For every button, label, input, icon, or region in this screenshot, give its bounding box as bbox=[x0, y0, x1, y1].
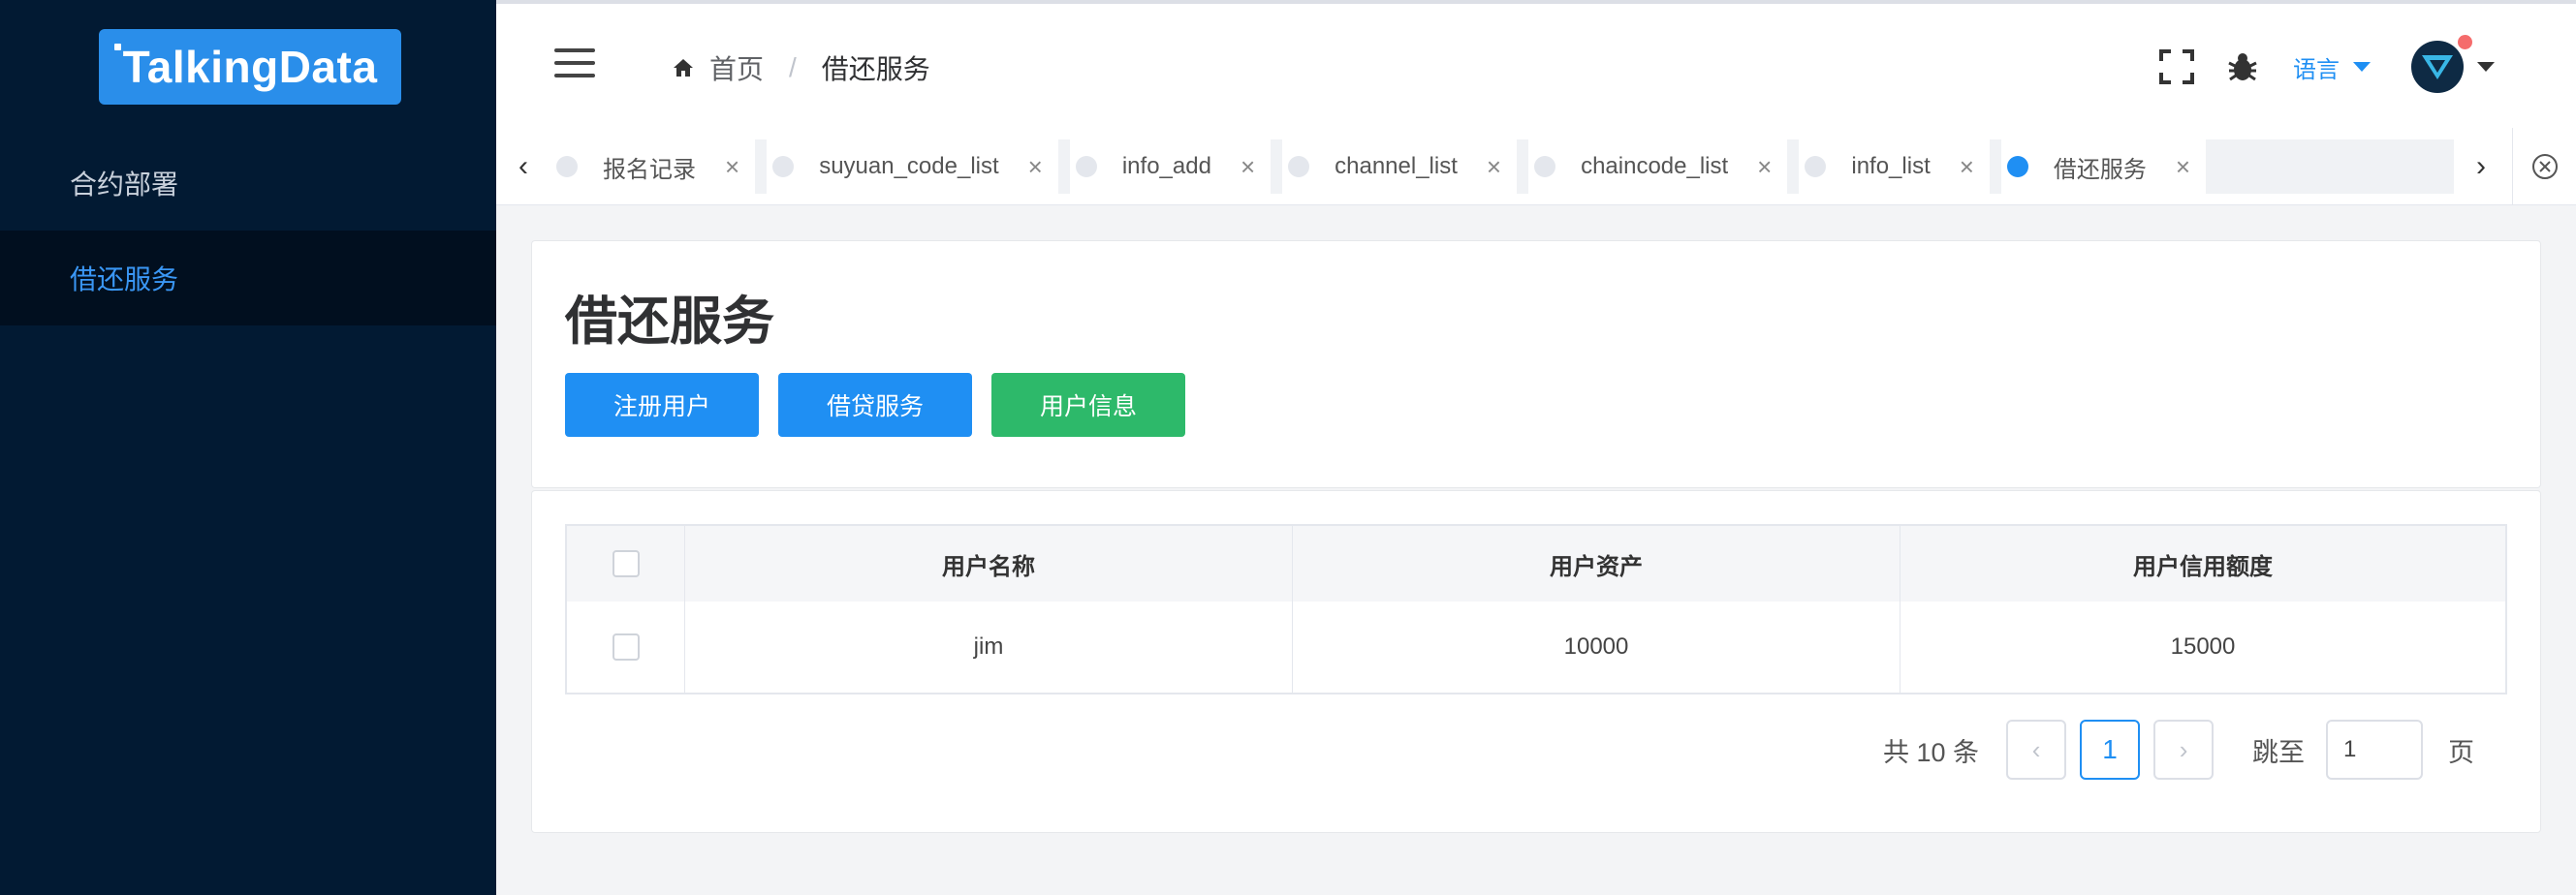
tag-item[interactable]: suyuan_code_list × bbox=[767, 139, 1058, 194]
breadcrumb-home[interactable]: 首页 bbox=[673, 48, 764, 87]
user-table: 用户名称 用户资产 用户信用额度 jim 10000 15000 bbox=[565, 524, 2507, 694]
logo-mark bbox=[114, 44, 121, 50]
logo-text: TalkingData bbox=[122, 42, 378, 92]
user-avatar-dropdown[interactable] bbox=[2411, 35, 2495, 93]
page-unit-label: 页 bbox=[2448, 737, 2475, 767]
close-icon[interactable]: × bbox=[2176, 152, 2190, 182]
sidebar-item-label: 合约部署 bbox=[70, 170, 179, 200]
tag-status-dot bbox=[556, 156, 578, 177]
tag-item[interactable]: info_list × bbox=[1799, 139, 1990, 194]
table-header-row: 用户名称 用户资产 用户信用额度 bbox=[567, 526, 2505, 602]
register-user-button[interactable]: 注册用户 bbox=[565, 373, 759, 437]
column-header-credit-limit: 用户信用额度 bbox=[2133, 553, 2273, 580]
prev-page-button[interactable]: ‹ bbox=[2006, 720, 2067, 780]
tag-item-active[interactable]: 借还服务 × bbox=[2000, 139, 2207, 194]
close-icon[interactable]: × bbox=[1241, 152, 1255, 182]
jump-label: 跳至 bbox=[2252, 737, 2306, 767]
tag-label: 报名记录 bbox=[603, 156, 696, 183]
avatar bbox=[2411, 41, 2464, 93]
loan-service-button[interactable]: 借贷服务 bbox=[778, 373, 972, 437]
tag-label: chaincode_list bbox=[1581, 153, 1729, 179]
tag-item[interactable]: channel_list × bbox=[1282, 139, 1518, 194]
tag-item[interactable]: 报名记录 × bbox=[550, 139, 756, 194]
sidebar: TalkingData 合约部署 借还服务 bbox=[0, 0, 496, 895]
select-all-cell bbox=[567, 526, 685, 602]
pagination: 共 10 条 ‹ 1 › 跳至 1 页 bbox=[1883, 720, 2474, 780]
close-icon[interactable]: × bbox=[1757, 152, 1772, 182]
breadcrumb-home-label: 首页 bbox=[709, 54, 765, 84]
close-all-tags-icon[interactable] bbox=[2512, 128, 2576, 205]
tag-status-dot bbox=[1534, 156, 1556, 177]
notification-dot bbox=[2458, 35, 2472, 49]
table-row[interactable]: jim 10000 15000 bbox=[567, 602, 2505, 693]
language-label: 语言 bbox=[2293, 56, 2340, 83]
sidebar-item-label: 借还服务 bbox=[70, 264, 179, 294]
tag-item[interactable]: chaincode_list × bbox=[1528, 139, 1788, 194]
tag-status-dot bbox=[1075, 156, 1097, 177]
hamburger-icon[interactable] bbox=[554, 48, 595, 79]
row-select-cell bbox=[567, 602, 685, 693]
column-header-username: 用户名称 bbox=[685, 526, 1293, 602]
row-checkbox[interactable] bbox=[612, 633, 640, 661]
column-header-assets: 用户资产 bbox=[1293, 526, 1901, 602]
tag-label: info_add bbox=[1121, 153, 1211, 179]
logo[interactable]: TalkingData bbox=[99, 29, 401, 105]
tag-label: suyuan_code_list bbox=[819, 153, 999, 179]
next-page-button[interactable]: › bbox=[2153, 720, 2215, 780]
close-icon[interactable]: × bbox=[725, 152, 739, 182]
table-header: 用户名称 用户资产 用户信用额度 bbox=[567, 526, 2505, 602]
scroll-left-icon[interactable]: ‹ bbox=[496, 128, 550, 205]
scroll-right-icon[interactable]: › bbox=[2454, 128, 2508, 205]
caret-down-icon bbox=[2477, 62, 2495, 72]
page-title: 借还服务 bbox=[565, 293, 774, 351]
bug-icon[interactable] bbox=[2225, 49, 2260, 84]
breadcrumb-current: 借还服务 bbox=[821, 54, 930, 84]
tag-label: 借还服务 bbox=[2053, 156, 2147, 183]
tag-label: channel_list bbox=[1335, 153, 1458, 179]
sidebar-item-borrow-return[interactable]: 借还服务 bbox=[0, 231, 496, 325]
tag-item[interactable]: info_add × bbox=[1069, 139, 1272, 194]
caret-down-icon bbox=[2353, 62, 2371, 72]
top-navbar: 首页 / 借还服务 语言 bbox=[496, 0, 2576, 128]
close-icon[interactable]: × bbox=[1028, 152, 1043, 182]
language-dropdown[interactable]: 语言 bbox=[2293, 50, 2371, 84]
navbar-right: 语言 bbox=[2128, 35, 2495, 93]
tag-status-dot bbox=[2006, 156, 2028, 177]
tag-label: info_list bbox=[1851, 153, 1931, 179]
tag-status-dot bbox=[772, 156, 795, 177]
table-body: jim 10000 15000 bbox=[567, 602, 2505, 693]
sidebar-menu: 合约部署 借还服务 bbox=[0, 136, 496, 325]
pagination-total: 共 10 条 bbox=[1883, 737, 1980, 767]
user-info-button[interactable]: 用户信息 bbox=[991, 373, 1185, 437]
home-icon bbox=[674, 59, 693, 77]
select-all-checkbox[interactable] bbox=[612, 550, 640, 577]
tags-list: 报名记录 × suyuan_code_list × info_add × cha… bbox=[550, 139, 2454, 194]
tags-view-bar: ‹ 报名记录 × suyuan_code_list × info_add × c… bbox=[496, 128, 2576, 205]
fullscreen-icon[interactable] bbox=[2159, 49, 2194, 84]
sidebar-item-contract-deploy[interactable]: 合约部署 bbox=[0, 136, 496, 231]
table-card: 用户名称 用户资产 用户信用额度 jim 10000 15000 共 10 条 … bbox=[531, 490, 2541, 833]
close-icon[interactable]: × bbox=[1487, 152, 1501, 182]
tag-status-dot bbox=[1805, 156, 1827, 177]
action-buttons: 注册用户 借贷服务 用户信息 bbox=[565, 373, 1205, 437]
close-icon[interactable]: × bbox=[1960, 152, 1974, 182]
page-number-button[interactable]: 1 bbox=[2080, 720, 2141, 780]
cell-username: jim bbox=[685, 602, 1293, 693]
header-card: 借还服务 注册用户 借贷服务 用户信息 bbox=[531, 240, 2541, 488]
breadcrumb: 首页 / 借还服务 bbox=[673, 48, 930, 87]
jump-page-input[interactable]: 1 bbox=[2326, 720, 2424, 780]
breadcrumb-separator: / bbox=[789, 52, 797, 82]
tag-status-dot bbox=[1288, 156, 1310, 177]
cell-credit-limit: 15000 bbox=[2170, 633, 2236, 660]
cell-assets: 10000 bbox=[1293, 602, 1901, 693]
